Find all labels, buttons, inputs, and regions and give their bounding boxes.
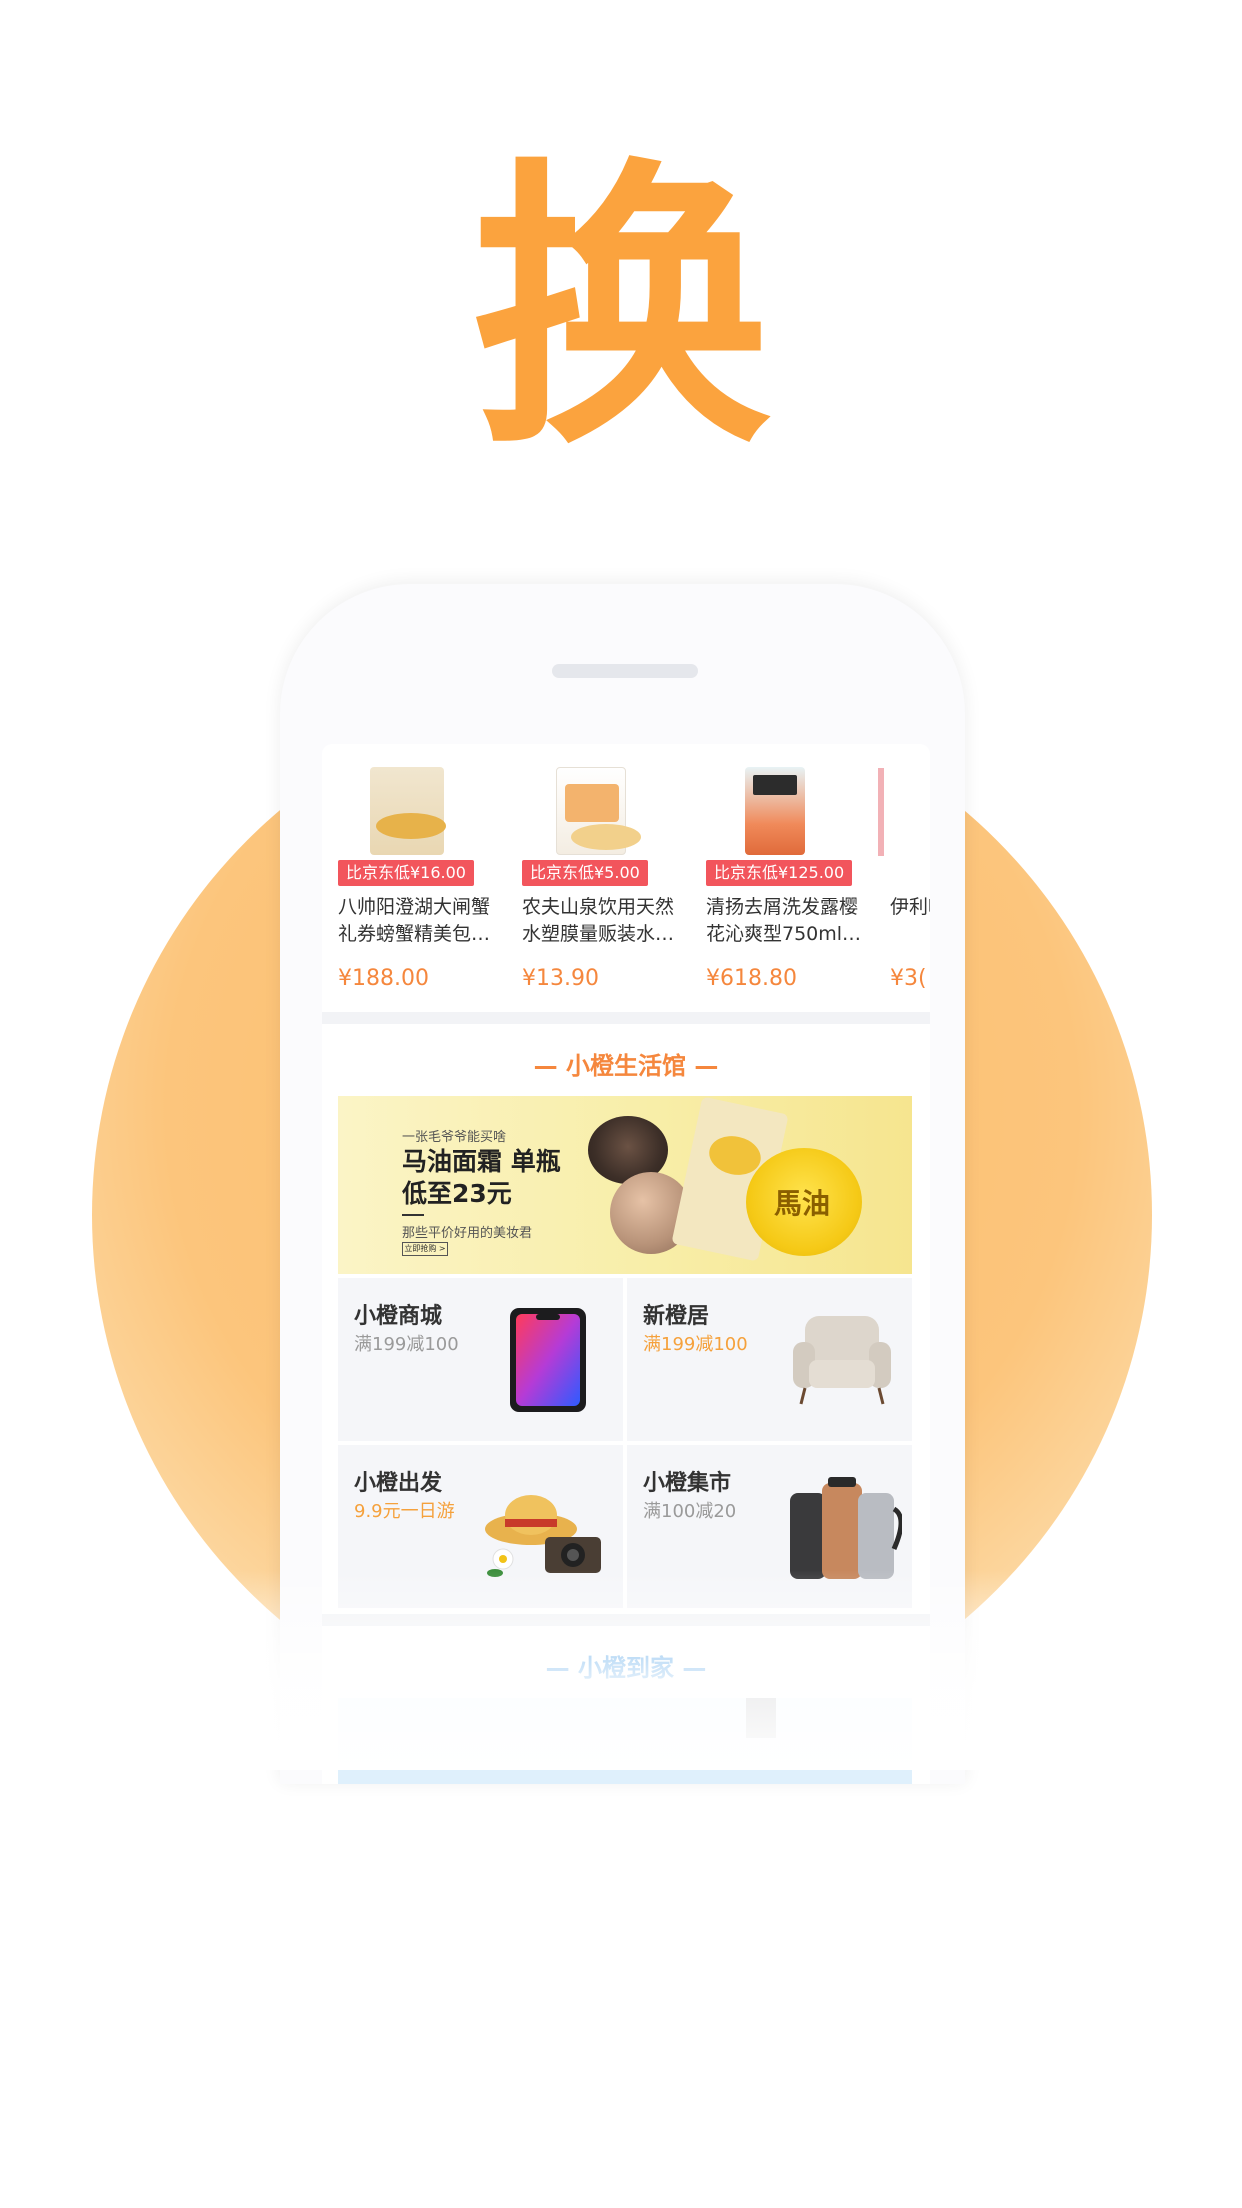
banner-tagline: 一张毛爷爷能买啥 (402, 1130, 507, 1145)
promo-banner[interactable]: 一张毛爷爷能买啥 马油面霜 单瓶低至23元 那些平价好用的美妆君 立即抢购 > … (338, 1096, 912, 1274)
tile-title: 小橙集市 (643, 1471, 732, 1496)
tile-mall[interactable]: 小橙商城 满199减100 (338, 1278, 623, 1441)
product-image-partial (878, 758, 930, 864)
product-name: 清扬去屑洗发露樱花沁爽型750ml… (706, 896, 862, 945)
tile-market[interactable]: 小橙集市 满100减20 (627, 1445, 912, 1608)
product-strip[interactable]: 比京东低¥16.00 八帅阳澄湖大闸蟹礼券螃蟹精美包… ¥188.00 比京东低… (322, 744, 930, 1012)
phone-mockup: 比京东低¥16.00 八帅阳澄湖大闸蟹礼券螃蟹精美包… ¥188.00 比京东低… (280, 584, 965, 1784)
product-image-snack (526, 758, 656, 864)
tile-subtitle: 满199减100 (354, 1334, 459, 1355)
tile-home[interactable]: 新橙居 满199减100 (627, 1278, 912, 1441)
home-section: — 小橙到家 — (322, 1626, 930, 1784)
product-price: ¥13.90 (522, 966, 599, 991)
armchair-icon (793, 1316, 891, 1405)
section-title: — 小橙到家 — (545, 1654, 707, 1682)
product-image-crab (342, 758, 472, 864)
tile-title: 小橙商城 (354, 1304, 443, 1329)
tile-title: 新橙居 (643, 1304, 710, 1329)
product-price: ¥618.80 (706, 966, 797, 991)
phone-screen: 比京东低¥16.00 八帅阳澄湖大闸蟹礼券螃蟹精美包… ¥188.00 比京东低… (322, 744, 930, 1784)
banner-subtitle: 那些平价好用的美妆君 (402, 1226, 533, 1241)
product-name: 八帅阳澄湖大闸蟹礼券螃蟹精美包… (338, 896, 491, 945)
section-divider (322, 1614, 930, 1626)
price-compare-badge: 比京东低¥5.00 (522, 860, 648, 886)
tile-subtitle: 满100减20 (643, 1501, 737, 1522)
cream-jar-icon: 馬油 (746, 1148, 862, 1256)
tile-travel[interactable]: 小橙出发 9.9元一日游 (338, 1445, 623, 1608)
product-name: 农夫山泉饮用天然水塑膜量贩装水… (522, 896, 675, 945)
section-title: — 小橙生活馆 — (533, 1052, 719, 1080)
product-card[interactable]: 比京东低¥5.00 农夫山泉饮用天然水塑膜量贩装水… ¥13.90 (506, 744, 678, 1012)
banner-rule (402, 1214, 424, 1216)
headline-character: 换 (471, 135, 771, 484)
phone-speaker (552, 664, 698, 678)
section-divider (322, 1012, 930, 1024)
product-image-food-bag (710, 758, 840, 864)
product-card[interactable]: 伊利味酸 ¥3( (874, 744, 930, 1012)
smartphone-icon (510, 1308, 586, 1412)
banner-buy-button[interactable]: 立即抢购 > (402, 1242, 448, 1256)
straw-hat-camera-icon (485, 1495, 601, 1577)
thermos-kettle-icon (790, 1477, 902, 1579)
price-compare-badge: 比京东低¥16.00 (338, 860, 474, 886)
product-card[interactable]: 比京东低¥16.00 八帅阳澄湖大闸蟹礼券螃蟹精美包… ¥188.00 (322, 744, 494, 1012)
banner-headline: 马油面霜 单瓶低至23元 (402, 1147, 561, 1208)
tile-subtitle: 满199减100 (643, 1334, 748, 1355)
product-card[interactable]: 比京东低¥125.00 清扬去屑洗发露樱花沁爽型750ml… ¥618.80 (690, 744, 862, 1012)
price-compare-badge: 比京东低¥125.00 (706, 860, 853, 886)
product-name: 伊利味酸 (890, 896, 930, 918)
tile-subtitle: 9.9元一日游 (354, 1501, 455, 1522)
home-banner[interactable] (338, 1698, 912, 1784)
life-section: — 小橙生活馆 — 一张毛爷爷能买啥 马油面霜 单瓶低至23元 那些平价好用的美… (322, 1024, 930, 1614)
tile-title: 小橙出发 (354, 1471, 443, 1496)
product-price: ¥3( (890, 966, 927, 991)
product-price: ¥188.00 (338, 966, 429, 991)
